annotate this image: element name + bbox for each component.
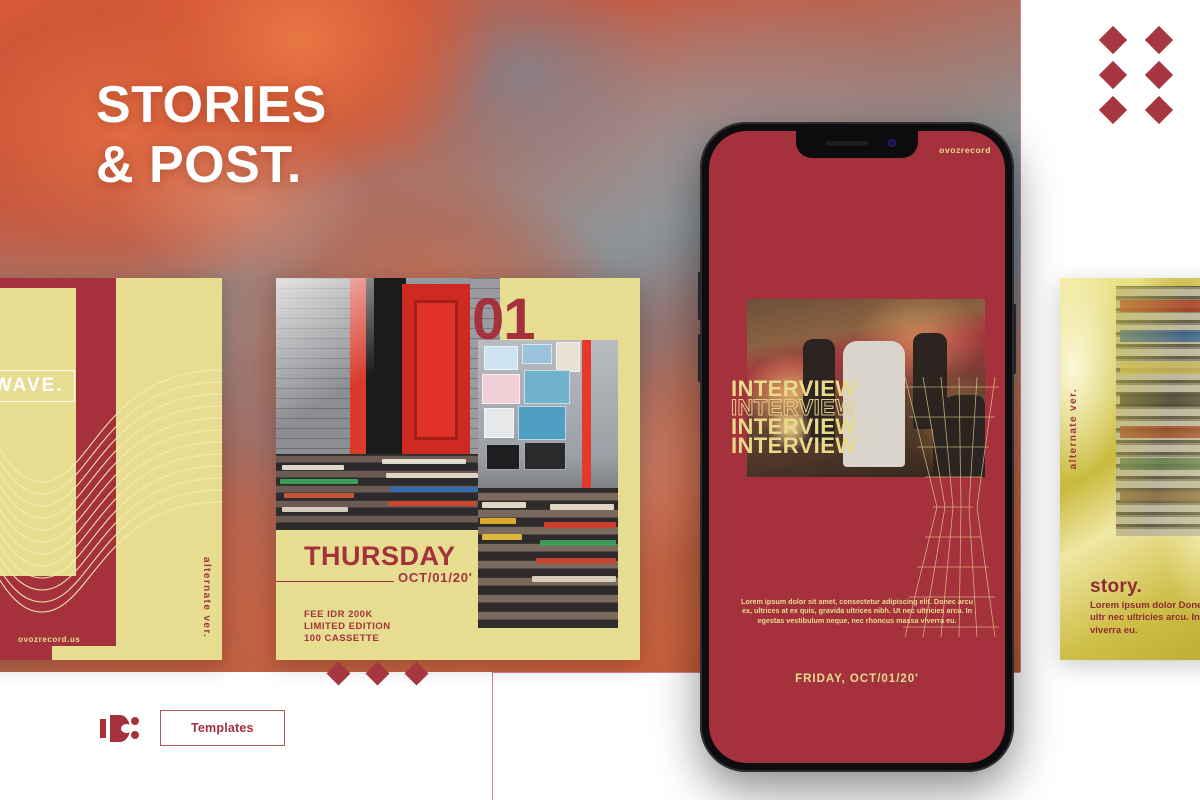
graffiti-tag [282,507,348,512]
diamond-icon [365,661,390,686]
vertical-rule-right [1020,0,1021,672]
diamond-icon [1144,95,1174,125]
power-button[interactable] [1013,304,1016,374]
card-king-wave-alternate-label: alternate ver. [201,556,212,638]
phone-screen[interactable]: ovozrecord INTERVIEW INTERVIEW INTERVIEW… [709,131,1005,763]
meta-line-3: 100 CASSETTE [304,633,380,644]
card-thursday-number: 01 [472,287,536,352]
page-title: STORIES & POST. [96,78,327,192]
graffiti-tag [388,501,476,506]
yellow-bottom-bar [52,646,202,660]
foil-overlay [1116,286,1200,536]
phone-mockup[interactable]: ovozrecord INTERVIEW INTERVIEW INTERVIEW… [698,122,1016,772]
photo-poster-wall [478,340,618,628]
graffiti-tag [536,558,616,564]
footer-badge: Templates [100,706,285,750]
diamond-icon [326,661,351,686]
subtitle-line-1: re-order now "deluxe edition" [0,406,48,416]
diamond-grid-decoration [1090,24,1182,129]
graffiti-tag [540,540,616,546]
card-story[interactable]: alternate ver. story. Lorem ipsum dolor … [1060,278,1200,660]
poster [524,442,566,470]
front-camera-icon [888,139,896,147]
vertical-rule-bottom [492,672,493,800]
poster-canvas: STORIES & POST. WAVE. xe edition" ssage … [0,0,1200,800]
card-story-title: story. [1090,576,1143,597]
graffiti-tag [544,522,616,528]
graffiti-tag [482,534,522,540]
phone-brand-label: ovozrecord [939,145,991,155]
photo-light-leak [276,278,374,498]
card-story-alternate-label: alternate ver. [1068,388,1079,470]
phone-body-text: Lorem ipsum dolor sit amet, consectetur … [740,597,974,625]
diamond-row-decoration [326,661,429,686]
phone-notch [796,131,918,158]
logo-bar [100,719,106,738]
red-post [582,340,591,490]
card-thursday-meta: FEE IDR 200K LIMITED EDITION 100 CASSETT… [304,609,391,645]
hero-title-line-2: & POST. [96,136,302,194]
graffiti-tag [480,518,516,524]
graffiti-tag [390,487,486,492]
phone-date-label: FRIDAY, OCT/01/20' [795,673,919,685]
poster [524,370,570,404]
diamond-icon [404,661,429,686]
poster [486,444,520,470]
graffiti-tag [386,473,478,478]
poster [482,374,520,404]
poster [518,406,566,440]
volume-up-button[interactable] [698,272,701,320]
photo-cassette-shelf [1116,286,1200,536]
logo-dot [131,731,139,739]
card-thursday-day: THURSDAY [304,541,456,571]
red-door-panel [414,300,458,440]
logo-blob [110,715,132,742]
graffiti-tag [382,459,466,464]
diamond-icon [1144,25,1174,55]
card-king-wave-title: KING WAVE. [0,370,75,402]
meta-line-2: LIMITED EDITION [304,621,391,632]
card-king-wave[interactable]: KING WAVE. re-order now "deluxe edition"… [0,278,222,660]
card-thursday-date: OCT/01/20' [398,570,473,585]
card-story-body: Lorem ipsum dolor Donec arcu ex, ultr ne… [1090,600,1200,636]
photo-red-door [276,278,500,530]
logo-dot [131,717,139,725]
poster [484,408,514,438]
poster [556,342,580,372]
earpiece-speaker-icon [826,141,868,146]
diamond-icon [1098,60,1128,90]
graffiti-tag [550,504,614,510]
diamond-icon [1144,60,1174,90]
graffiti-tag [482,502,526,508]
card-king-wave-subtitle: re-order now "deluxe edition" hit us by … [0,406,47,428]
graffiti-tag [532,576,616,582]
volume-down-button[interactable] [698,334,701,382]
ovozrecord-logo-icon [100,713,144,743]
diamond-icon [1098,25,1128,55]
templates-button[interactable]: Templates [160,710,285,746]
phone-interview-headline: INTERVIEW INTERVIEW INTERVIEW INTERVIEW [730,378,857,458]
meta-line-1: FEE IDR 200K [304,609,373,620]
subtitle-line-2: hit us by direct message [0,417,27,427]
interview-line-4: INTERVIEW [731,433,857,458]
diamond-icon [1098,95,1128,125]
hero-title-line-1: STORIES [96,76,327,134]
divider-rule [276,581,394,582]
card-thursday[interactable]: 01 THURSDAY OCT/01/20' FEE IDR 200K LIMI… [276,278,640,660]
card-king-wave-url: ovozrecord.us [18,635,81,644]
